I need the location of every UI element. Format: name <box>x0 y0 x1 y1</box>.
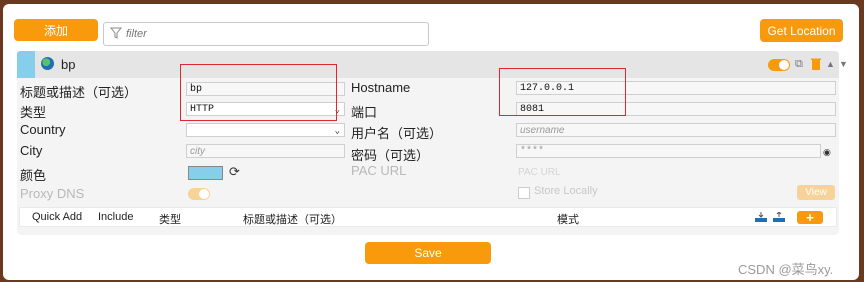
pattern-type-label: 类型 <box>159 214 181 226</box>
color-label: 颜色 <box>20 168 47 183</box>
get-location-button[interactable]: Get Location <box>760 19 843 42</box>
save-button[interactable]: Save <box>365 242 491 264</box>
proxy-title: bp <box>61 57 76 72</box>
filter-box <box>103 22 429 46</box>
eye-icon[interactable]: ◉ <box>823 147 831 158</box>
store-locally-checkbox[interactable] <box>518 187 530 199</box>
pattern-title-label: 标题或描述（可选） <box>243 214 342 226</box>
quick-add-label[interactable]: Quick Add <box>32 211 82 223</box>
country-label: Country <box>20 122 66 137</box>
move-up-icon[interactable]: ▲ <box>826 58 835 71</box>
proxy-dns-label: Proxy DNS <box>20 186 85 201</box>
store-locally-label: Store Locally <box>534 185 598 197</box>
type-label: 类型 <box>20 105 47 120</box>
delete-icon[interactable] <box>811 58 821 74</box>
include-label: Include <box>98 211 134 223</box>
proxy-color-strip <box>17 51 35 78</box>
import-icon[interactable] <box>755 212 767 222</box>
highlight-box-host-port <box>499 68 626 116</box>
city-input[interactable]: city <box>186 144 345 158</box>
pattern-label: 模式 <box>557 214 579 226</box>
filter-input[interactable] <box>124 25 418 43</box>
proxy-dns-toggle[interactable] <box>188 188 210 200</box>
country-select[interactable]: ⌄ <box>186 123 345 137</box>
title-label: 标题或描述（可选） <box>20 85 138 100</box>
globe-icon <box>41 57 54 70</box>
username-input[interactable]: username <box>516 123 836 137</box>
watermark: CSDN @菜鸟xy. <box>738 262 834 277</box>
pac-url-label: PAC URL <box>351 163 407 178</box>
password-label: 密码（可选） <box>351 148 430 163</box>
port-label: 端口 <box>351 105 378 120</box>
city-label: City <box>20 143 43 158</box>
username-label: 用户名（可选） <box>351 126 443 141</box>
copy-icon[interactable]: ⧉ <box>795 58 803 71</box>
options-panel: 添加 Get Location bp ⧉ ▲ ▼ 标题或描述（可选） bp 类型… <box>3 4 859 280</box>
pac-url-input[interactable]: PAC URL <box>518 167 561 178</box>
refresh-icon[interactable]: ⟳ <box>229 164 240 180</box>
highlight-box-title-type <box>180 64 337 121</box>
password-input[interactable]: **** <box>516 144 821 158</box>
hostname-label: Hostname <box>351 80 411 95</box>
proxy-header[interactable]: bp ⧉ ▲ ▼ <box>17 51 848 78</box>
export-icon[interactable] <box>773 212 785 222</box>
color-swatch[interactable] <box>188 166 223 180</box>
move-down-icon[interactable]: ▼ <box>839 58 848 71</box>
chevron-down-icon: ⌄ <box>334 126 340 136</box>
proxy-enable-toggle[interactable] <box>768 59 790 71</box>
filter-icon <box>110 27 122 39</box>
pattern-header: Quick Add Include 类型 标题或描述（可选） 模式 + <box>19 207 837 227</box>
add-pattern-button[interactable]: + <box>797 211 823 224</box>
view-button[interactable]: View <box>797 185 835 200</box>
add-button[interactable]: 添加 <box>14 19 98 41</box>
